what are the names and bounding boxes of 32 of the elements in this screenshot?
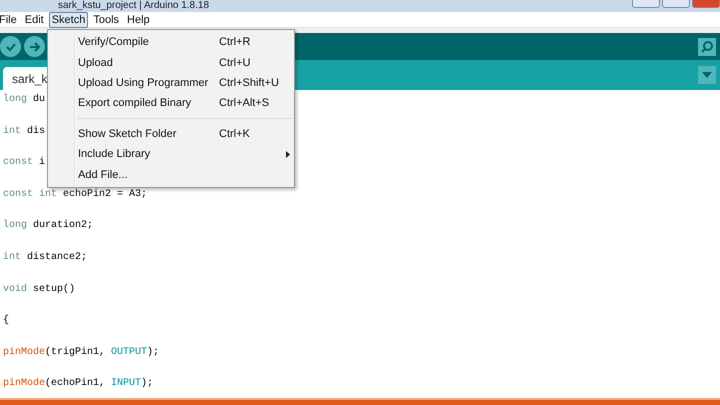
submenu-arrow-icon <box>286 150 290 158</box>
window-title: sark_kstu_project | Arduino 1.8.18 <box>57 0 210 12</box>
menu-item[interactable]: Sketch <box>48 12 88 28</box>
check-icon <box>4 40 16 52</box>
code-line: int dis <box>3 126 46 139</box>
code-line: const int echoPin2 = A3; <box>3 188 148 202</box>
upload-button[interactable] <box>24 36 45 57</box>
submenu-item[interactable]: Include Library <box>48 144 294 164</box>
code-line: int distance2; <box>3 252 88 265</box>
menu-item[interactable]: File <box>0 12 20 28</box>
right-arrow-icon <box>28 40 40 52</box>
code-line: { <box>3 315 10 328</box>
magnifier-icon <box>700 40 714 54</box>
menu-entry[interactable]: Show Sketch Folder Ctrl+K <box>48 124 294 144</box>
code-line: void setup() <box>3 284 76 297</box>
code-line: pinMode(trigPin1, OUTPUT); <box>3 346 160 360</box>
menu-entry[interactable]: Add File... <box>48 164 294 185</box>
verify-button[interactable] <box>0 36 21 57</box>
menu-item[interactable]: Edit <box>22 12 47 28</box>
menu-item[interactable]: Help <box>124 12 153 28</box>
close-button[interactable] <box>692 0 720 8</box>
menu-item[interactable]: Tools <box>90 12 122 28</box>
serial-monitor-button[interactable] <box>698 38 716 56</box>
code-line: long du <box>3 94 46 107</box>
code-line: pinMode(echoPin1, INPUT); <box>3 378 154 392</box>
minimize-button[interactable] <box>632 0 660 8</box>
code-line: const i <box>3 157 46 170</box>
maximize-button[interactable] <box>662 0 690 8</box>
menu-entry[interactable]: Export compiled Binary Ctrl+Alt+S <box>48 93 294 114</box>
code-line: long duration2; <box>3 220 94 234</box>
caret-icon <box>702 72 712 78</box>
tab-menu-button[interactable] <box>698 66 716 84</box>
